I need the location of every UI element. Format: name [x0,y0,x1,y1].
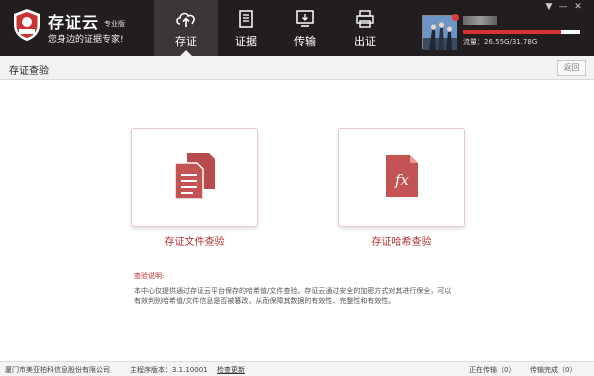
description-text: 本中心仅提供通过存证云平台保存的哈希值/文件查验。存证云通过安全的加密方式对其进… [134,287,452,305]
dropdown-icon[interactable]: ▼ [543,2,555,12]
company-name: 厦门市美亚柏科信息股份有限公司 [5,366,110,374]
storage-bar [463,30,580,34]
logo-shield-icon [14,9,40,41]
description-title: 查验说明: [134,272,165,280]
cloud-upload-icon [176,12,195,27]
file-check-label[interactable]: 存证文件查验 [131,233,258,248]
brand-edition: 专业版 [104,20,125,28]
page-title: 存证查验 [9,66,49,77]
nav-tab-label: 证据 [235,35,257,48]
close-icon[interactable]: ✕ [572,2,584,12]
file-check-card[interactable] [131,128,258,227]
check-update-link[interactable]: 检查更新 [217,365,245,375]
back-button[interactable]: 返回 [557,60,586,76]
avatar-photo [423,16,457,50]
hash-check-label[interactable]: 存证哈希查验 [338,233,465,248]
notification-dot [452,14,459,21]
fx-text: fx [394,171,410,189]
status-bar: 厦门市美亚柏科信息股份有限公司 主程序版本：3.1.10001 检查更新 正在传… [0,361,594,376]
avatar[interactable] [422,15,457,50]
printer-icon [356,10,374,28]
transfer-icon [296,10,314,27]
version-text: 主程序版本：3.1.10001 [130,366,208,374]
nav-tab-label: 存证 [175,35,197,48]
storage-bar-fill [463,30,561,34]
nav-tab-label: 出证 [354,35,376,48]
files-icon [174,153,215,200]
completed-count[interactable]: 传输完成（0） [530,365,576,375]
document-icon [239,10,253,28]
hash-check-card[interactable]: fx [338,128,465,227]
page-titlebar: 存证查验 返回 [0,56,594,80]
username-blurred [463,16,497,25]
storage-label: 流量：26.55G/31.78G [463,38,538,46]
nav-tab-cunzheng[interactable]: 存证 [154,0,218,56]
brand-slogan: 您身边的证据专家! [48,35,124,45]
app-header: 存证云 专业版 您身边的证据专家! 存证 证据 传输 出证 流量：26.55G/… [0,0,594,56]
nav-tab-chuanshu[interactable]: 传输 [273,0,337,56]
nav-tab-label: 传输 [294,35,316,48]
uploading-count[interactable]: 正在传输（0） [469,365,515,375]
brand-name: 存证云 [48,13,100,32]
nav-tab-zhengju[interactable]: 证据 [214,0,278,56]
minimize-icon[interactable]: — [557,2,569,12]
nav-tab-chuzheng[interactable]: 出证 [333,0,397,56]
fx-file-icon: fx [386,155,418,197]
